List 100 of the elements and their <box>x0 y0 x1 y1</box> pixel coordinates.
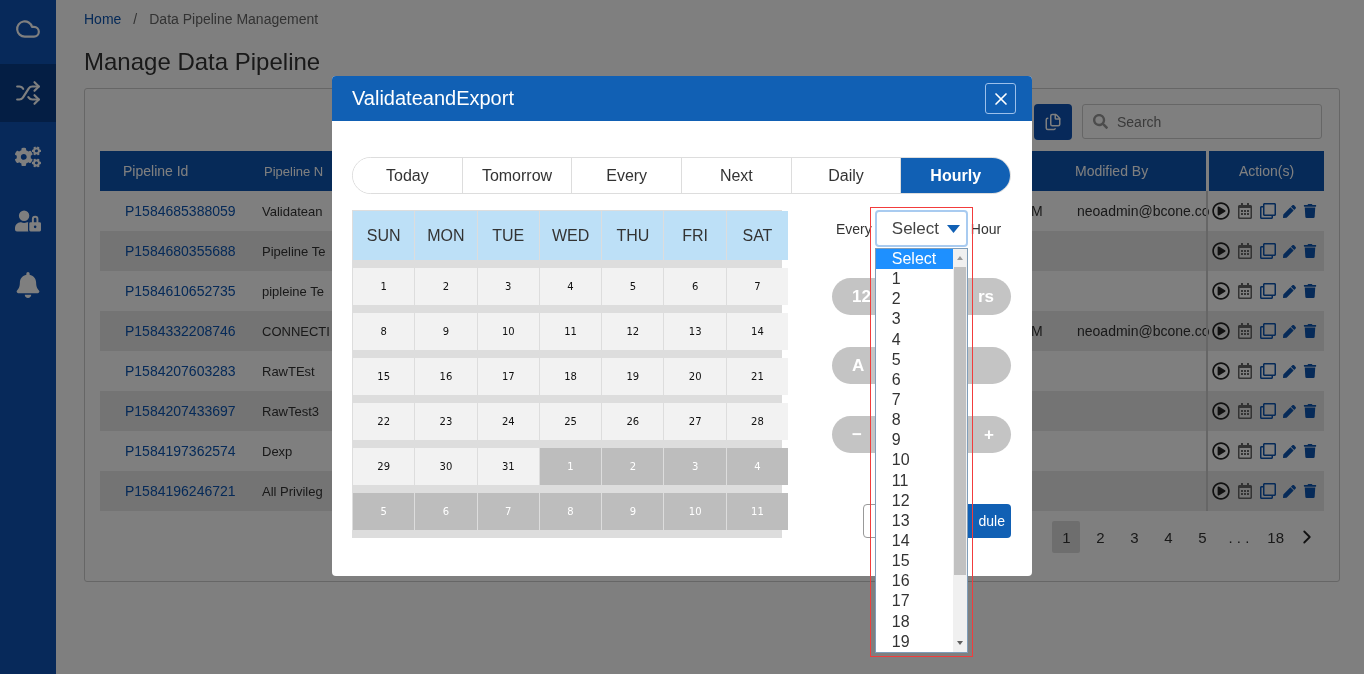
calendar-icon[interactable] <box>1237 283 1253 299</box>
edit-icon[interactable] <box>1283 284 1296 298</box>
calendar-day[interactable]: 22 <box>353 403 415 440</box>
dropdown-option[interactable]: 10 <box>875 450 953 471</box>
copy-icon[interactable] <box>1260 323 1276 339</box>
delete-icon[interactable] <box>1303 204 1317 218</box>
edit-icon[interactable] <box>1283 364 1296 378</box>
page-button[interactable]: 3 <box>1120 521 1149 553</box>
copy-icon[interactable] <box>1260 443 1276 459</box>
dropdown-option[interactable]: 4 <box>875 329 953 350</box>
calendar-day[interactable]: 15 <box>353 358 415 395</box>
play-icon[interactable] <box>1212 402 1230 420</box>
calendar-day[interactable]: 24 <box>477 403 539 440</box>
dropdown-option[interactable]: 18 <box>875 611 953 632</box>
calendar-day[interactable]: 4 <box>539 268 602 305</box>
calendar-day[interactable]: 29 <box>353 448 415 485</box>
calendar-icon[interactable] <box>1237 243 1253 259</box>
calendar-day[interactable]: 1 <box>353 268 415 305</box>
edit-icon[interactable] <box>1283 444 1296 458</box>
delete-icon[interactable] <box>1303 404 1317 418</box>
calendar-day[interactable]: 21 <box>726 358 789 395</box>
calendar-day[interactable]: 3 <box>477 268 539 305</box>
calendar-day[interactable]: 2 <box>415 268 477 305</box>
page-button[interactable]: 2 <box>1086 521 1115 553</box>
copy-icon[interactable] <box>1260 363 1276 379</box>
copy-icon[interactable] <box>1260 483 1276 499</box>
dropdown-option[interactable]: 9 <box>875 430 953 451</box>
play-icon[interactable] <box>1212 322 1230 340</box>
play-icon[interactable] <box>1212 202 1230 220</box>
close-button[interactable] <box>985 83 1016 114</box>
dropdown-option[interactable]: 8 <box>875 410 953 431</box>
calendar-day[interactable]: 25 <box>539 403 602 440</box>
calendar-icon[interactable] <box>1237 443 1253 459</box>
calendar-day[interactable]: 17 <box>477 358 539 395</box>
pipeline-id-link[interactable]: P1584207603283 <box>125 363 236 379</box>
dropdown-option[interactable]: 7 <box>875 390 953 411</box>
dropdown-option[interactable]: 1 <box>875 269 953 290</box>
calendar-day[interactable]: 18 <box>539 358 602 395</box>
calendar-day[interactable]: 9 <box>415 313 477 350</box>
calendar-day[interactable]: 26 <box>602 403 664 440</box>
edit-icon[interactable] <box>1283 484 1296 498</box>
edit-icon[interactable] <box>1283 244 1296 258</box>
copy-icon[interactable] <box>1260 283 1276 299</box>
edit-icon[interactable] <box>1283 204 1296 218</box>
calendar-day[interactable]: 13 <box>664 313 726 350</box>
calendar-day[interactable]: 6 <box>664 268 726 305</box>
calendar-day[interactable]: 14 <box>726 313 789 350</box>
copy-icon[interactable] <box>1260 203 1276 219</box>
calendar-icon[interactable] <box>1237 203 1253 219</box>
calendar-day[interactable]: 7 <box>726 268 789 305</box>
search-field[interactable]: Search <box>1082 104 1322 139</box>
breadcrumb-link[interactable]: Home <box>84 11 122 27</box>
calendar-day[interactable]: 30 <box>415 448 477 485</box>
page-button[interactable]: . . . <box>1222 521 1256 553</box>
calendar-icon[interactable] <box>1237 483 1253 499</box>
calendar-day[interactable]: 16 <box>415 358 477 395</box>
dropdown-option[interactable]: 6 <box>875 369 953 390</box>
play-icon[interactable] <box>1212 442 1230 460</box>
calendar-icon[interactable] <box>1237 403 1253 419</box>
calendar-day[interactable]: 31 <box>477 448 539 485</box>
play-icon[interactable] <box>1212 482 1230 500</box>
edit-icon[interactable] <box>1283 324 1296 338</box>
edit-icon[interactable] <box>1283 404 1296 418</box>
calendar-day[interactable]: 23 <box>415 403 477 440</box>
pipeline-id-link[interactable]: P1584610652735 <box>125 283 236 299</box>
dropdown-option[interactable]: 19 <box>875 631 953 652</box>
hour-select[interactable]: Select <box>874 210 968 247</box>
calendar-icon[interactable] <box>1237 363 1253 379</box>
dropdown-option[interactable]: 15 <box>875 551 953 572</box>
copy-icon[interactable] <box>1260 403 1276 419</box>
calendar-day[interactable]: 12 <box>602 313 664 350</box>
play-icon[interactable] <box>1212 282 1230 300</box>
delete-icon[interactable] <box>1303 444 1317 458</box>
delete-icon[interactable] <box>1303 284 1317 298</box>
play-icon[interactable] <box>1212 362 1230 380</box>
page-button[interactable]: 5 <box>1188 521 1217 553</box>
delete-icon[interactable] <box>1303 324 1317 338</box>
pipeline-id-link[interactable]: P1584197362574 <box>125 443 236 459</box>
calendar-day[interactable]: 8 <box>353 313 415 350</box>
delete-icon[interactable] <box>1303 484 1317 498</box>
dropdown-option[interactable]: 5 <box>875 349 953 370</box>
play-icon[interactable] <box>1212 242 1230 260</box>
columns-button[interactable] <box>1034 104 1072 140</box>
calendar-day[interactable]: 5 <box>602 268 664 305</box>
schedule-tab[interactable]: Hourly <box>900 158 1010 193</box>
calendar-day[interactable]: 20 <box>664 358 726 395</box>
calendar-day[interactable]: 10 <box>477 313 539 350</box>
page-button[interactable]: 18 <box>1261 521 1290 553</box>
calendar-day[interactable]: 11 <box>539 313 602 350</box>
calendar-icon[interactable] <box>1237 323 1253 339</box>
pipeline-id-link[interactable]: P1584685388059 <box>125 203 236 219</box>
dropdown-option[interactable]: 2 <box>875 289 953 310</box>
delete-icon[interactable] <box>1303 244 1317 258</box>
sidebar-item[interactable] <box>0 64 56 122</box>
dropdown-option[interactable]: 16 <box>875 571 953 592</box>
calendar-day[interactable]: 19 <box>602 358 664 395</box>
dropdown-option[interactable]: 17 <box>875 591 953 612</box>
copy-icon[interactable] <box>1260 243 1276 259</box>
calendar-day[interactable]: 28 <box>726 403 789 440</box>
dropdown-option[interactable]: 3 <box>875 309 953 330</box>
